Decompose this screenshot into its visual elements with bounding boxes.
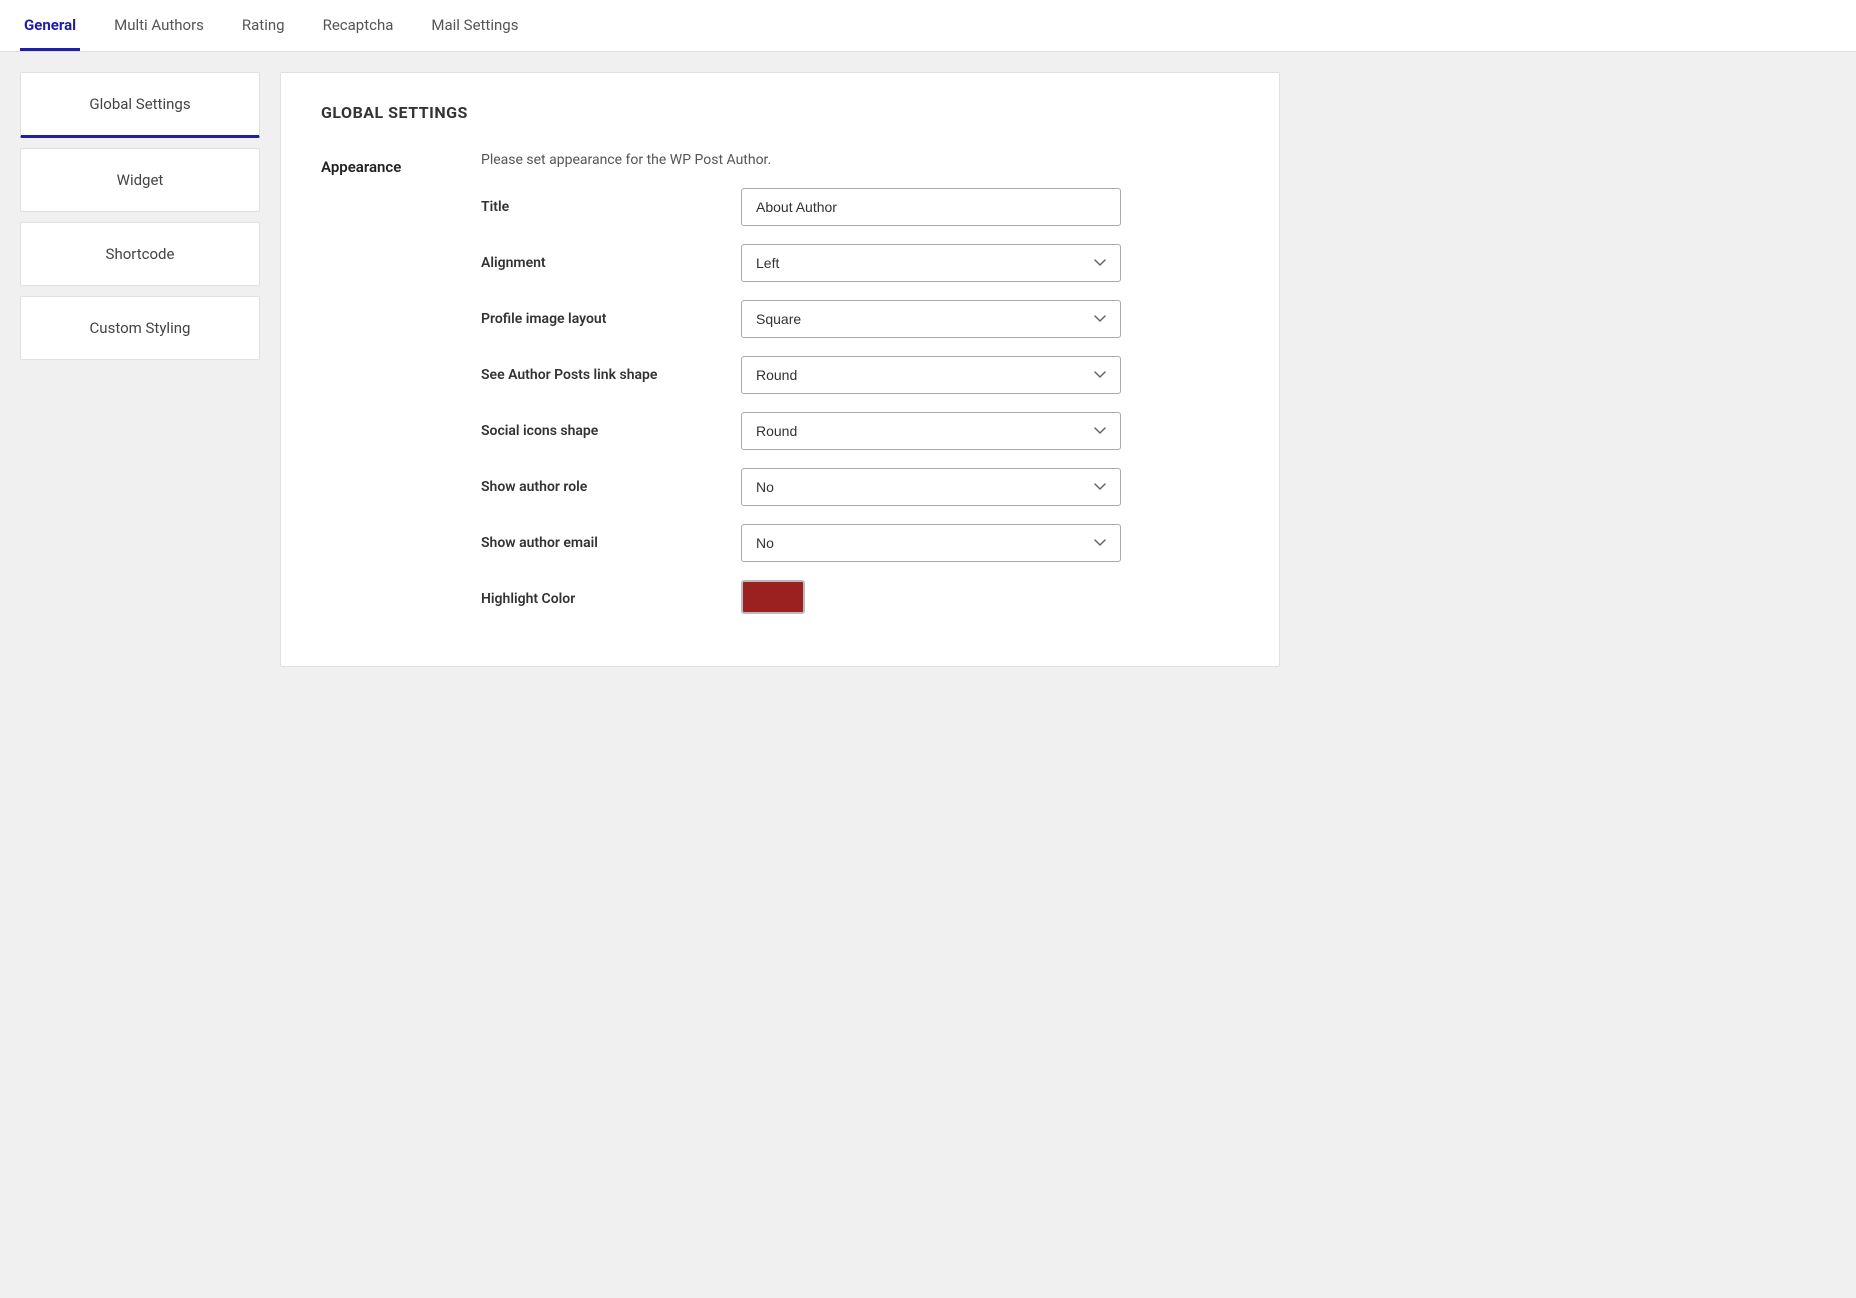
tab-mail-settings[interactable]: Mail Settings — [427, 0, 522, 51]
social-icons-shape-select[interactable]: RoundSquare — [741, 412, 1121, 450]
tab-rating[interactable]: Rating — [238, 0, 289, 51]
tab-recaptcha[interactable]: Recaptcha — [319, 0, 398, 51]
main-layout: Global Settings Widget Shortcode Custom Sty… — [0, 52, 1300, 687]
sidebar-item-shortcode[interactable]: Shortcode — [20, 222, 260, 286]
field-control-see-author-posts-link-shape: RoundSquare — [741, 356, 1121, 394]
content-area: GLOBAL SETTINGS Appearance Please set ap… — [280, 72, 1280, 667]
field-label-title: Title — [481, 199, 721, 215]
tab-multi-authors[interactable]: Multi Authors — [110, 0, 208, 51]
sidebar-item-custom-styling[interactable]: Custom Styling — [20, 296, 260, 360]
field-label-profile-image-layout: Profile image layout — [481, 311, 721, 327]
field-row-alignment: Alignment LeftCenterRight — [481, 244, 1239, 282]
field-label-show-author-role: Show author role — [481, 479, 721, 495]
field-label-social-icons-shape: Social icons shape — [481, 423, 721, 439]
field-control-profile-image-layout: SquareRound — [741, 300, 1121, 338]
content-title: GLOBAL SETTINGS — [321, 103, 1239, 122]
sidebar-item-global-settings[interactable]: Global Settings — [20, 72, 260, 138]
form-fields: Please set appearance for the WP Post Au… — [481, 152, 1239, 636]
field-control-social-icons-shape: RoundSquare — [741, 412, 1121, 450]
field-row-show-author-email: Show author email NoYes — [481, 524, 1239, 562]
field-label-show-author-email: Show author email — [481, 535, 721, 551]
field-row-show-author-role: Show author role NoYes — [481, 468, 1239, 506]
field-control-show-author-role: NoYes — [741, 468, 1121, 506]
field-row-profile-image-layout: Profile image layout SquareRound — [481, 300, 1239, 338]
appearance-description: Please set appearance for the WP Post Au… — [481, 152, 1239, 168]
see-author-posts-link-shape-select[interactable]: RoundSquare — [741, 356, 1121, 394]
field-row-highlight-color: Highlight Color — [481, 580, 1239, 618]
appearance-label: Appearance — [321, 152, 451, 636]
profile-image-layout-select[interactable]: SquareRound — [741, 300, 1121, 338]
highlight-color-swatch[interactable] — [741, 580, 805, 614]
field-control-show-author-email: NoYes — [741, 524, 1121, 562]
show-author-email-select[interactable]: NoYes — [741, 524, 1121, 562]
field-control-alignment: LeftCenterRight — [741, 244, 1121, 282]
tab-general[interactable]: General — [20, 0, 80, 51]
field-row-title: Title — [481, 188, 1239, 226]
appearance-section: Appearance Please set appearance for the… — [321, 152, 1239, 636]
field-row-see-author-posts-link-shape: See Author Posts link shape RoundSquare — [481, 356, 1239, 394]
sidebar-item-widget[interactable]: Widget — [20, 148, 260, 212]
field-control-highlight-color — [741, 580, 1121, 618]
field-row-social-icons-shape: Social icons shape RoundSquare — [481, 412, 1239, 450]
sidebar: Global Settings Widget Shortcode Custom Sty… — [20, 72, 260, 667]
alignment-select[interactable]: LeftCenterRight — [741, 244, 1121, 282]
field-label-highlight-color: Highlight Color — [481, 591, 721, 607]
field-label-alignment: Alignment — [481, 255, 721, 271]
field-control-title — [741, 188, 1121, 226]
field-label-see-author-posts-link-shape: See Author Posts link shape — [481, 367, 721, 383]
title-input[interactable] — [741, 188, 1121, 226]
top-tabs-bar: General Multi Authors Rating Recaptcha Mail … — [0, 0, 1856, 52]
show-author-role-select[interactable]: NoYes — [741, 468, 1121, 506]
